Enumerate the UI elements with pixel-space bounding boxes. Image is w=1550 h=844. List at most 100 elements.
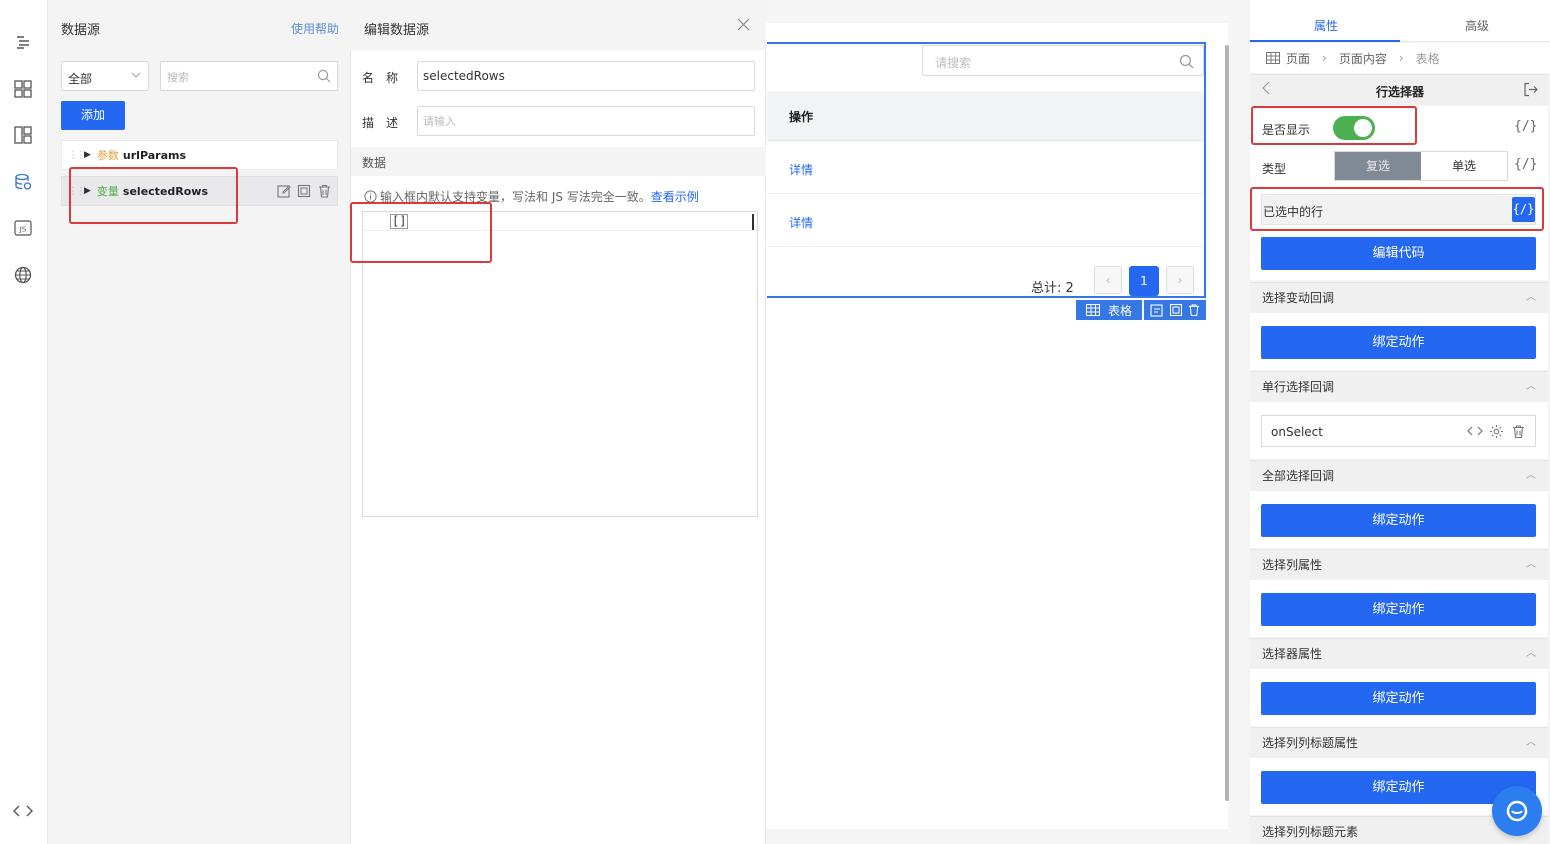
chevron-up-icon: ︿ <box>1526 737 1536 748</box>
properties-tabs: 属性 高级 <box>1250 0 1550 42</box>
annotation-highlight <box>1251 106 1417 145</box>
expand-triangle-icon[interactable]: ▶ <box>84 150 91 160</box>
edit-code-button[interactable]: 编辑代码 <box>1261 237 1536 270</box>
breadcrumb-page-content[interactable]: 页面内容 <box>1339 50 1387 67</box>
section-row-select[interactable]: 单行选择回调 ︿ <box>1250 371 1548 402</box>
annotation-highlight <box>350 202 492 263</box>
page-1-button[interactable]: 1 <box>1129 266 1159 296</box>
section-title: 全部选择回调 <box>1262 469 1335 483</box>
section-title: 选择列列标题元素 <box>1262 825 1359 839</box>
type-option-single[interactable]: 单选 <box>1421 152 1507 180</box>
tab-advanced[interactable]: 高级 <box>1465 17 1489 34</box>
delete-icon[interactable] <box>318 184 331 198</box>
component-label-badge[interactable]: 表格 <box>1076 300 1142 320</box>
chevron-right-icon: › <box>1322 51 1327 65</box>
chevron-right-icon: › <box>1177 273 1183 287</box>
next-page-button[interactable]: › <box>1166 266 1194 294</box>
chevron-up-icon: ︿ <box>1526 470 1536 481</box>
formula-icon[interactable]: {/} <box>1514 157 1537 172</box>
data-section-header: 数据 <box>351 147 766 176</box>
js-icon[interactable]: JS <box>12 217 34 239</box>
section-title: 单行选择回调 <box>1262 380 1335 394</box>
canvas-scrollbar[interactable] <box>1225 45 1229 801</box>
help-link[interactable]: 使用帮助 <box>291 20 339 37</box>
section-title: 选择列属性 <box>1262 558 1323 572</box>
type-label: 类型 <box>1262 162 1287 176</box>
component-copy-icon[interactable] <box>1169 303 1183 317</box>
section-selection-column-props[interactable]: 选择列属性 ︿ <box>1250 549 1548 580</box>
breadcrumb-table[interactable]: 表格 <box>1416 50 1440 67</box>
bind-action-button[interactable]: 绑定动作 <box>1261 593 1536 626</box>
annotation-highlight <box>1250 187 1544 231</box>
table-search-input[interactable]: 请搜索 <box>922 45 1204 76</box>
param-tag: 参数 <box>96 149 119 162</box>
component-badge-label: 表格 <box>1107 303 1132 318</box>
bind-action-button[interactable]: 绑定动作 <box>1261 682 1536 715</box>
chevron-right-icon: › <box>1398 51 1404 65</box>
tree-item-name: urlParams <box>122 148 186 162</box>
name-label: 名 称 <box>362 71 399 85</box>
help-chat-button[interactable] <box>1492 786 1542 836</box>
table-search-placeholder: 请搜索 <box>935 56 972 70</box>
components-icon[interactable] <box>12 78 34 100</box>
edit-panel-header: 编辑数据源 <box>351 0 766 50</box>
total-count: 总计: 2 <box>1031 281 1074 296</box>
component-toolbar <box>1144 300 1206 320</box>
bind-action-button[interactable]: 绑定动作 <box>1261 326 1536 359</box>
add-datasource-button[interactable]: 添加 <box>61 101 125 130</box>
close-icon[interactable] <box>737 18 750 31</box>
chevron-up-icon: ︿ <box>1526 648 1536 659</box>
section-column-title-props[interactable]: 选择列列标题属性 ︿ <box>1250 727 1548 758</box>
example-link[interactable]: 查看示例 <box>651 188 699 205</box>
detail-link[interactable]: 详情 <box>789 161 813 178</box>
event-name: onSelect <box>1271 425 1323 439</box>
section-selector-props[interactable]: 选择器属性 ︿ <box>1250 638 1548 669</box>
formula-icon[interactable]: {/} <box>1514 119 1537 134</box>
delete-icon[interactable] <box>1512 424 1525 439</box>
datasource-search-input[interactable]: 搜索 <box>160 61 338 91</box>
back-icon[interactable] <box>1262 81 1270 95</box>
datasource-icon[interactable] <box>12 171 34 193</box>
column-header-actions: 操作 <box>789 110 814 124</box>
bind-action-button[interactable]: 绑定动作 <box>1261 504 1536 537</box>
desc-input[interactable]: 请输入 <box>417 106 755 136</box>
breadcrumb: 页面 › 页面内容 › 表格 <box>1250 43 1550 73</box>
copy-icon[interactable] <box>297 184 311 198</box>
table-icon <box>1085 304 1100 316</box>
prev-page-button[interactable]: ‹ <box>1094 266 1122 294</box>
exit-icon[interactable] <box>1523 82 1538 97</box>
type-option-multiple[interactable]: 复选 <box>1335 152 1421 180</box>
edit-panel-title: 编辑数据源 <box>364 23 430 38</box>
datasource-filter-select[interactable]: 全部 <box>61 61 149 91</box>
detail-link[interactable]: 详情 <box>789 214 813 231</box>
event-item-onselect[interactable]: onSelect <box>1261 415 1536 447</box>
drag-handle-icon[interactable]: ⋮⋮ <box>68 150 86 161</box>
editor-scrollbar[interactable] <box>752 214 754 230</box>
chevron-down-icon <box>130 69 142 81</box>
chevron-up-icon: ︿ <box>1526 292 1536 303</box>
component-delete-icon[interactable] <box>1188 303 1200 317</box>
table-component[interactable]: 请搜索 操作 详情 详情 总计: 2 ‹ 1 › <box>767 42 1206 298</box>
gear-icon[interactable] <box>1489 424 1504 439</box>
section-selection-change[interactable]: 选择变动回调 ︿ <box>1250 282 1548 313</box>
outline-icon[interactable] <box>12 31 34 53</box>
breadcrumb-page[interactable]: 页面 <box>1286 50 1310 67</box>
section-select-all[interactable]: 全部选择回调 ︿ <box>1250 460 1548 491</box>
edit-icon[interactable] <box>277 184 291 198</box>
search-icon[interactable] <box>1179 54 1194 69</box>
tab-properties[interactable]: 属性 <box>1314 17 1338 34</box>
search-icon[interactable] <box>317 69 331 83</box>
row-selector-title: 行选择器 <box>1376 85 1425 99</box>
tree-item-urlparams[interactable]: ⋮⋮ ▶ 参数 urlParams <box>61 140 338 170</box>
data-section-title: 数据 <box>362 156 387 170</box>
component-edit-icon[interactable] <box>1150 303 1164 317</box>
layout-icon[interactable] <box>12 124 34 146</box>
globe-icon[interactable] <box>12 264 34 286</box>
section-title: 选择变动回调 <box>1262 291 1335 305</box>
name-input[interactable]: selectedRows <box>417 61 755 91</box>
left-icon-rail: JS <box>0 0 48 844</box>
table-row: 详情 <box>767 141 1204 194</box>
code-icon[interactable] <box>12 800 34 822</box>
edit-datasource-panel: 编辑数据源 名 称 selectedRows 描 述 请输入 数据 输入框内默认… <box>350 0 766 844</box>
code-icon[interactable] <box>1467 425 1483 437</box>
